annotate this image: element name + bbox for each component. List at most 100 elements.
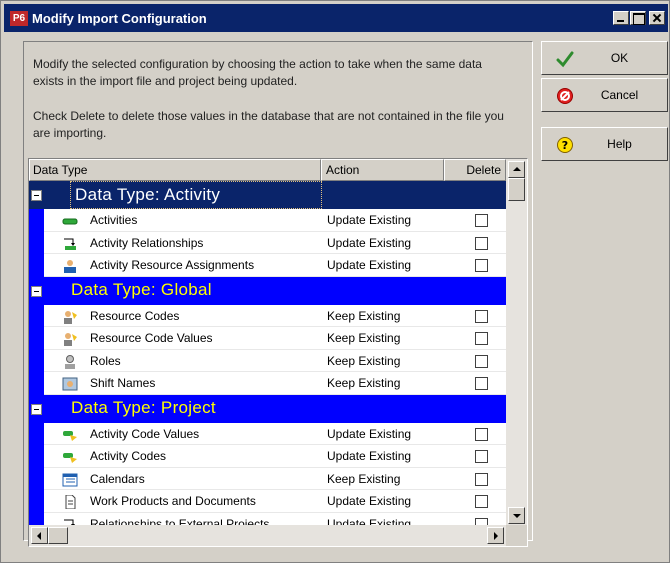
p6-app-icon: P6 xyxy=(10,11,28,26)
row-delete-checkbox[interactable] xyxy=(475,214,488,227)
group-title: Data Type: Global xyxy=(71,279,212,299)
row-action-select[interactable]: Keep Existing xyxy=(327,327,400,349)
table-row[interactable]: Activity Codes Update Existing xyxy=(44,445,506,468)
column-header-delete[interactable]: Delete xyxy=(444,159,506,181)
table-row[interactable]: Work Products and Documents Update Existi… xyxy=(44,490,506,513)
cancel-icon xyxy=(557,88,573,104)
description-text-2: Check Delete to delete those values in t… xyxy=(33,109,504,140)
cancel-button-label: Cancel xyxy=(600,88,639,102)
row-delete-checkbox[interactable] xyxy=(475,427,488,441)
row-data-type: Activity Relationships xyxy=(90,235,204,250)
row-delete-checkbox[interactable] xyxy=(475,236,488,250)
row-action-select[interactable]: Update Existing xyxy=(327,490,411,512)
help-button[interactable]: ? Help xyxy=(541,127,668,161)
calendar-icon xyxy=(62,472,78,486)
column-header-action[interactable]: Action xyxy=(321,159,444,181)
horizontal-scroll-thumb[interactable] xyxy=(48,527,68,544)
role-icon xyxy=(62,354,78,369)
close-button[interactable] xyxy=(649,11,665,25)
group-header-row[interactable]: Data Type: Project xyxy=(29,394,506,423)
arrow-down-icon xyxy=(513,514,521,518)
vertical-scroll-thumb[interactable] xyxy=(508,178,525,201)
row-data-type: Activity Codes xyxy=(90,449,167,463)
row-indicator-bar xyxy=(29,181,44,525)
table-row[interactable]: Resource Codes Keep Existing xyxy=(44,305,506,327)
shift-icon xyxy=(62,376,78,391)
window-title: Modify Import Configuration xyxy=(32,11,207,26)
collapse-toggle-icon[interactable] xyxy=(31,285,42,297)
row-delete-checkbox[interactable] xyxy=(475,377,488,390)
row-data-type: Relationships to External Projects xyxy=(90,516,270,526)
row-action-select[interactable]: Update Existing xyxy=(327,209,411,231)
description-text-1: Modify the selected configuration by cho… xyxy=(33,57,482,88)
table-row[interactable]: Resource Code Values Keep Existing xyxy=(44,327,506,350)
row-delete-checkbox[interactable] xyxy=(475,450,488,463)
arrow-left-icon xyxy=(37,532,41,540)
help-button-label: Help xyxy=(607,137,632,151)
row-action-select[interactable]: Keep Existing xyxy=(327,350,400,372)
row-delete-checkbox[interactable] xyxy=(475,332,488,345)
row-action-select[interactable]: Keep Existing xyxy=(327,372,400,394)
table-row[interactable]: Calendars Keep Existing xyxy=(44,468,506,490)
activity-icon xyxy=(62,213,78,227)
row-action-select[interactable]: Update Existing xyxy=(327,232,411,254)
table-row[interactable]: Relationships to External Projects Update… xyxy=(44,513,506,526)
row-data-type: Resource Codes xyxy=(90,308,180,323)
cancel-button[interactable]: Cancel xyxy=(541,78,668,112)
row-data-type: Calendars xyxy=(90,471,145,486)
document-icon xyxy=(62,494,78,510)
row-action-select[interactable]: Update Existing xyxy=(327,513,411,526)
minimize-button[interactable] xyxy=(613,11,629,25)
row-delete-checkbox[interactable] xyxy=(475,354,488,368)
vertical-scrollbar[interactable] xyxy=(506,159,527,525)
table-row[interactable]: Activity Code Values Update Existing xyxy=(44,423,506,445)
checkmark-icon xyxy=(556,51,574,68)
group-header-row[interactable]: Data Type: Activity xyxy=(29,181,506,209)
row-action-select[interactable]: Keep Existing xyxy=(327,468,400,490)
scroll-right-button[interactable] xyxy=(487,527,504,544)
row-data-type: Activity Resource Assignments xyxy=(90,258,255,272)
collapse-toggle-icon[interactable] xyxy=(31,190,42,201)
table-row[interactable]: Roles Keep Existing xyxy=(44,350,506,372)
activity-code-icon xyxy=(62,449,78,463)
row-delete-checkbox[interactable] xyxy=(475,495,488,508)
maximize-button[interactable] xyxy=(630,11,646,25)
external-relationship-icon xyxy=(62,517,78,525)
column-header-data-type[interactable]: Data Type xyxy=(29,159,321,181)
grid-rows: Data Type: Activity Activities Update Exis… xyxy=(29,181,506,525)
row-action-select[interactable]: Update Existing xyxy=(327,254,411,276)
scrollbar-corner xyxy=(506,525,527,546)
horizontal-scrollbar[interactable] xyxy=(29,525,506,546)
help-icon: ? xyxy=(557,137,573,153)
table-row[interactable]: Shift Names Keep Existing xyxy=(44,372,506,395)
resource-code-icon xyxy=(62,309,78,324)
row-delete-checkbox[interactable] xyxy=(475,472,488,486)
scroll-down-button[interactable] xyxy=(508,507,525,524)
row-data-type: Roles xyxy=(90,353,121,368)
row-delete-checkbox[interactable] xyxy=(475,309,488,323)
row-data-type: Activities xyxy=(90,213,138,227)
row-delete-checkbox[interactable] xyxy=(475,517,488,525)
ok-button[interactable]: OK xyxy=(541,41,668,75)
arrow-up-icon xyxy=(513,167,521,171)
row-action-select[interactable]: Update Existing xyxy=(327,445,411,467)
row-delete-checkbox[interactable] xyxy=(475,259,488,272)
row-action-select[interactable]: Keep Existing xyxy=(327,305,400,327)
row-action-select[interactable]: Update Existing xyxy=(327,423,411,445)
scroll-up-button[interactable] xyxy=(508,161,525,178)
table-row[interactable]: Activity Relationships Update Existing xyxy=(44,232,506,254)
data-type-grid: Data Type Action Delete Data Type: Activ… xyxy=(28,158,528,547)
scroll-left-button[interactable] xyxy=(31,527,48,544)
svg-text:?: ? xyxy=(562,139,568,152)
resource-code-value-icon xyxy=(62,331,78,346)
activity-code-value-icon xyxy=(62,427,78,441)
relationship-icon xyxy=(62,236,78,250)
modify-import-configuration-dialog: P6 Modify Import Configuration Modify th… xyxy=(0,0,670,563)
table-row[interactable]: Activity Resource Assignments Update Exis… xyxy=(44,254,506,277)
collapse-toggle-icon[interactable] xyxy=(31,403,42,415)
table-row[interactable]: Activities Update Existing xyxy=(44,209,506,232)
group-header-row[interactable]: Data Type: Global xyxy=(29,276,506,305)
row-data-type: Work Products and Documents xyxy=(90,494,256,508)
arrow-right-icon xyxy=(494,532,498,540)
title-bar[interactable]: P6 Modify Import Configuration xyxy=(4,4,668,32)
